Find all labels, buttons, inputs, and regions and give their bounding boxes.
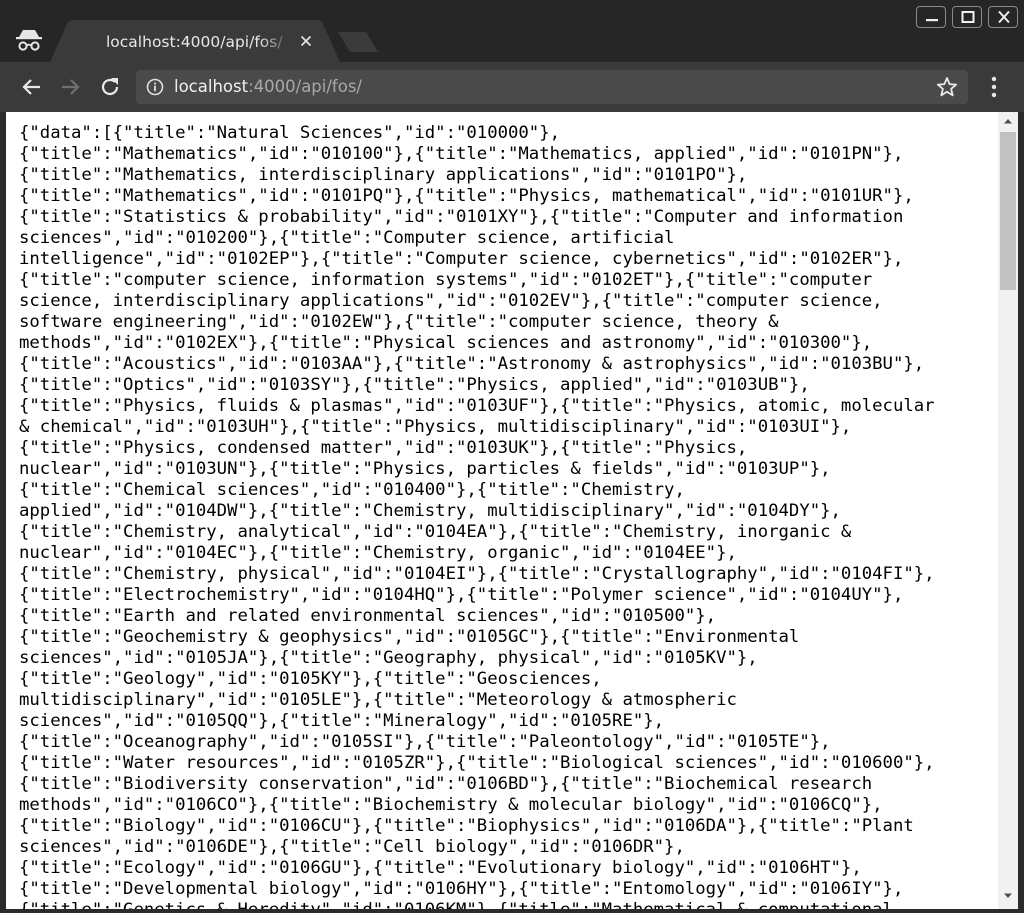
url-text[interactable]: localhost:4000/api/fos/ xyxy=(174,76,362,98)
arrow-right-icon xyxy=(62,79,80,95)
json-line: {"title":"computer science, information … xyxy=(19,270,873,290)
close-icon xyxy=(998,10,1010,24)
close-icon[interactable] xyxy=(298,33,314,49)
url-path: :4000/api/fos/ xyxy=(248,77,362,96)
star-icon[interactable] xyxy=(936,76,958,98)
minimize-button[interactable] xyxy=(916,6,946,28)
incognito-icon xyxy=(14,28,44,52)
url-host: localhost xyxy=(174,77,249,96)
tab-active[interactable]: localhost:4000/api/fos/ xyxy=(50,20,340,62)
json-line: {"title":"Chemistry, analytical","id":"0… xyxy=(19,522,852,542)
maximize-icon xyxy=(961,11,975,23)
json-line: {"title":"Statistics & probability","id"… xyxy=(19,207,904,227)
new-tab-button[interactable] xyxy=(334,30,382,54)
json-line: applied","id":"0104DW"},{"title":"Chemis… xyxy=(19,501,841,521)
arrow-left-icon xyxy=(22,79,40,95)
json-line: {"title":"Chemical sciences","id":"01040… xyxy=(19,480,685,500)
json-line: {"title":"Acoustics","id":"0103AA"},{"ti… xyxy=(19,354,925,374)
json-line: {"data":[{"title":"Natural Sciences","id… xyxy=(19,123,561,143)
json-line: {"title":"Geology","id":"0105KY"},{"titl… xyxy=(19,669,602,689)
maximize-button[interactable] xyxy=(952,6,982,28)
json-line: sciences","id":"0105QQ"},{"title":"Miner… xyxy=(19,711,665,731)
json-line: {"title":"Mathematics","id":"0101PQ"},{"… xyxy=(19,186,914,206)
reload-button[interactable] xyxy=(97,74,123,100)
json-line: {"title":"Genetics & Heredity","id":"010… xyxy=(19,900,989,909)
vertical-scrollbar[interactable] xyxy=(998,112,1018,909)
json-line: methods","id":"0102EX"},{"title":"Physic… xyxy=(19,333,873,353)
minimize-icon xyxy=(926,19,938,22)
page-content: {"data":[{"title":"Natural Sciences","id… xyxy=(6,112,1018,909)
json-line: software engineering","id":"0102EW"},{"t… xyxy=(19,312,779,332)
json-line: {"title":"Biology","id":"0106CU"},{"titl… xyxy=(19,816,914,836)
json-line: {"title":"Oceanography","id":"0105SI"},{… xyxy=(19,732,831,752)
scroll-up-arrow-icon[interactable] xyxy=(1003,117,1013,125)
json-line: {"title":"Geochemistry & geophysics","id… xyxy=(19,627,800,647)
json-line: {"title":"Physics, fluids & plasmas","id… xyxy=(19,396,935,416)
info-icon[interactable] xyxy=(146,78,164,96)
json-line: {"title":"Physics, condensed matter","id… xyxy=(19,438,748,458)
json-line: nuclear","id":"0104EC"},{"title":"Chemis… xyxy=(19,543,737,563)
json-line: methods","id":"0106CO"},{"title":"Bioche… xyxy=(19,795,883,815)
json-line: multidisciplinary","id":"0105LE"},{"titl… xyxy=(19,690,737,710)
json-line: sciences","id":"0105JA"},{"title":"Geogr… xyxy=(19,648,758,668)
close-window-button[interactable] xyxy=(988,6,1018,28)
json-line: {"title":"Biodiversity conservation","id… xyxy=(19,774,873,794)
json-line: nuclear","id":"0103UN"},{"title":"Physic… xyxy=(19,459,831,479)
vertical-dots-icon[interactable] xyxy=(984,74,1004,100)
tab-title: localhost:4000/api/fos/ xyxy=(106,33,283,51)
json-line: & chemical","id":"0103UH"},{"title":"Phy… xyxy=(19,417,852,437)
json-line: {"title":"Electrochemistry","id":"0104HQ… xyxy=(19,585,904,605)
forward-button[interactable] xyxy=(57,74,83,100)
json-line: {"title":"Mathematics, interdisciplinary… xyxy=(19,165,748,185)
json-line: {"title":"Developmental biology","id":"0… xyxy=(19,879,904,899)
tab-strip: localhost:4000/api/fos/ xyxy=(0,0,1024,62)
json-line: {"title":"Optics","id":"0103SY"},{"title… xyxy=(19,375,810,395)
window-bottom-edge xyxy=(0,909,1024,913)
json-line: intelligence","id":"0102EP"},{"title":"C… xyxy=(19,249,904,269)
json-line: science, interdisciplinary applications"… xyxy=(19,291,883,311)
json-response-text: {"data":[{"title":"Natural Sciences","id… xyxy=(19,123,989,909)
back-button[interactable] xyxy=(19,74,45,100)
json-line: {"title":"Ecology","id":"0106GU"},{"titl… xyxy=(19,858,862,878)
json-line: sciences","id":"0106DE"},{"title":"Cell … xyxy=(19,837,685,857)
address-bar[interactable]: localhost:4000/api/fos/ xyxy=(136,70,968,104)
reload-icon xyxy=(101,78,119,96)
scrollbar-thumb[interactable] xyxy=(1000,132,1016,290)
toolbar: localhost:4000/api/fos/ xyxy=(0,62,1024,112)
json-line: {"title":"Chemistry, physical","id":"010… xyxy=(19,564,935,584)
scroll-down-arrow-icon[interactable] xyxy=(1003,892,1013,900)
browser-window: localhost:4000/api/fos/ localhost:4000/a… xyxy=(0,0,1024,913)
json-line: {"title":"Mathematics","id":"010100"},{"… xyxy=(19,144,904,164)
json-line: {"title":"Water resources","id":"0105ZR"… xyxy=(19,753,935,773)
json-line: sciences","id":"010200"},{"title":"Compu… xyxy=(19,228,675,248)
json-line: {"title":"Earth and related environmenta… xyxy=(19,606,717,626)
